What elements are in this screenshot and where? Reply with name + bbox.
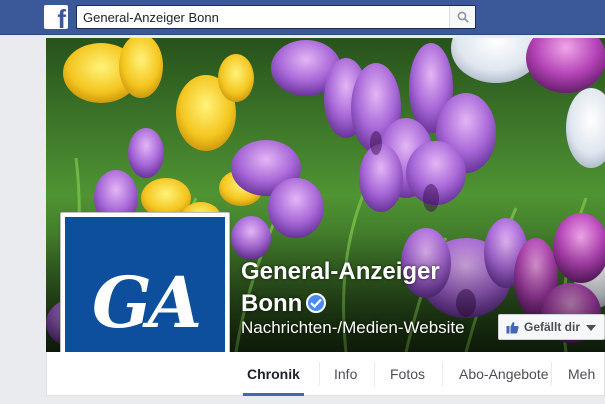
verified-badge-icon[interactable]: [306, 292, 327, 313]
thumbs-up-icon: [506, 322, 519, 334]
like-button-label: Gefällt dir: [524, 320, 581, 334]
search-input[interactable]: [83, 8, 443, 26]
like-button[interactable]: Gefällt dir: [498, 314, 605, 340]
page-title-line2-wrap: Bonn: [241, 288, 491, 320]
page-title[interactable]: General-Anzeiger Bonn: [241, 256, 491, 320]
search-box[interactable]: [76, 5, 476, 29]
page-category[interactable]: Nachrichten-/Medien-Website: [241, 318, 465, 338]
top-bar: f: [0, 0, 605, 35]
search-button[interactable]: [449, 6, 475, 28]
page-title-line2: Bonn: [241, 290, 303, 317]
tab-divider: [319, 362, 320, 386]
tab-info[interactable]: Info: [334, 352, 357, 396]
search-icon: [457, 11, 469, 23]
tab-more[interactable]: Meh: [568, 352, 595, 396]
page-title-line1: General-Anzeiger: [241, 258, 440, 285]
tab-divider: [442, 362, 443, 386]
chevron-down-icon: [586, 325, 596, 331]
logo-text: GA: [91, 261, 202, 344]
facebook-logo-icon[interactable]: f: [44, 5, 68, 32]
tab-abo-angebote[interactable]: Abo-Angebote: [459, 352, 549, 396]
tab-divider: [374, 362, 375, 386]
page-tabs: Chronik Info Fotos Abo-Angebote Meh: [46, 352, 605, 396]
tab-divider: [551, 362, 552, 386]
tab-chronik[interactable]: Chronik: [243, 352, 304, 396]
tab-fotos[interactable]: Fotos: [390, 352, 425, 396]
